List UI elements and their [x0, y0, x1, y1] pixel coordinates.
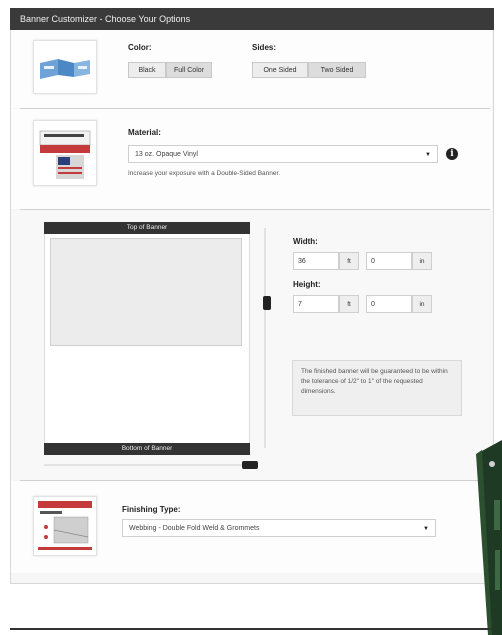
- width-ft-unit: ft: [339, 252, 359, 270]
- banner-sample-image: [476, 440, 502, 635]
- chevron-down-icon: ▼: [423, 526, 429, 532]
- tolerance-note: The finished banner will be guaranteed t…: [292, 360, 462, 416]
- panel-title: Banner Customizer - Choose Your Options: [10, 8, 494, 30]
- top-of-banner-label: Top of Banner: [44, 222, 250, 234]
- info-icon[interactable]: i: [446, 148, 458, 160]
- width-in-input[interactable]: 0: [366, 252, 412, 270]
- material-hint: Increase your exposure with a Double-Sid…: [128, 170, 281, 177]
- bottom-edge: [10, 628, 492, 630]
- banner-thumbnail: [33, 40, 97, 94]
- chevron-down-icon: ▼: [425, 152, 431, 158]
- horizontal-resize-track: [44, 464, 254, 466]
- height-in-input[interactable]: 0: [366, 295, 412, 313]
- material-select[interactable]: 13 oz. Opaque Vinyl ▼: [128, 145, 438, 163]
- finishing-selected-value: Webbing - Double Fold Weld & Grommets: [129, 525, 260, 532]
- banner-text-area[interactable]: [50, 238, 242, 346]
- material-selected-value: 13 oz. Opaque Vinyl: [135, 151, 198, 158]
- width-ft-input[interactable]: 36: [293, 252, 339, 270]
- material-thumbnail: [33, 120, 97, 186]
- height-in-unit: in: [412, 295, 432, 313]
- height-ft-unit: ft: [339, 295, 359, 313]
- height-ft-input[interactable]: 7: [293, 295, 339, 313]
- finishing-thumbnail: [33, 496, 97, 556]
- finishing-label: Finishing Type:: [122, 505, 181, 514]
- color-label: Color:: [128, 43, 152, 52]
- color-full-color-button[interactable]: Full Color: [166, 62, 212, 78]
- horizontal-resize-handle[interactable]: [242, 461, 258, 469]
- width-label: Width:: [293, 237, 318, 246]
- width-in-unit: in: [412, 252, 432, 270]
- vertical-resize-track: [264, 228, 266, 448]
- sides-label: Sides:: [252, 43, 277, 52]
- color-black-button[interactable]: Black: [128, 62, 166, 78]
- two-sided-button[interactable]: Two Sided: [308, 62, 366, 78]
- finishing-preview-image: [38, 501, 92, 550]
- vertical-resize-handle[interactable]: [263, 296, 271, 310]
- height-label: Height:: [293, 280, 321, 289]
- banner-preview-image: [40, 59, 90, 79]
- finishing-select[interactable]: Webbing - Double Fold Weld & Grommets ▼: [122, 519, 436, 537]
- one-sided-button[interactable]: One Sided: [252, 62, 308, 78]
- material-preview-image: [39, 130, 91, 179]
- bottom-of-banner-label: Bottom of Banner: [44, 443, 250, 455]
- material-label: Material:: [128, 128, 161, 137]
